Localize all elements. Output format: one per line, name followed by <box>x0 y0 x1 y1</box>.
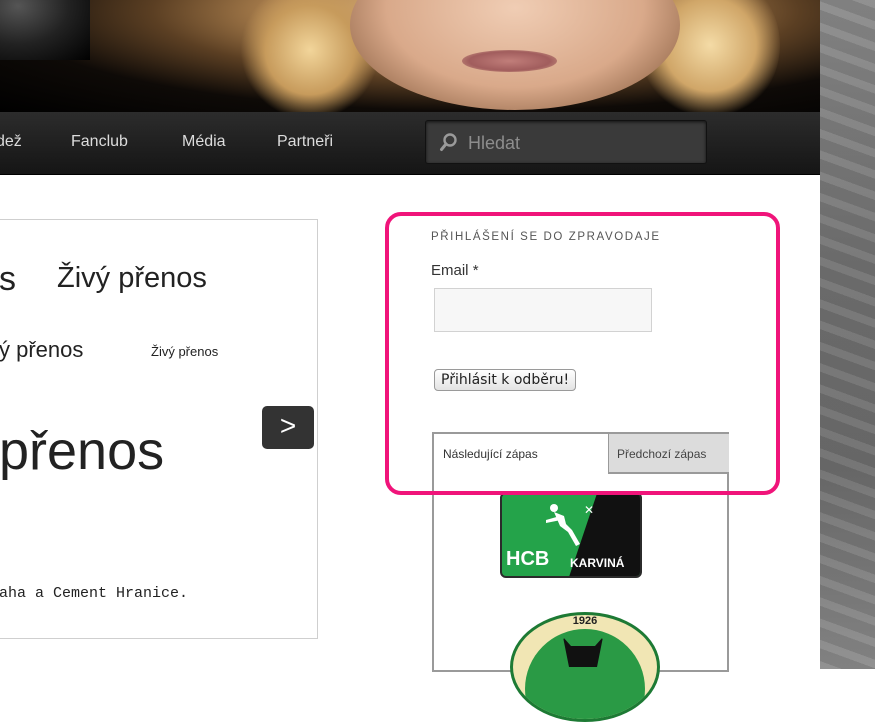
svg-text:✕: ✕ <box>584 503 594 517</box>
handball-player-icon: ✕ <box>546 503 594 546</box>
email-field[interactable] <box>434 288 652 332</box>
header-photo <box>0 0 820 112</box>
nav-item-partneri[interactable]: Partneři <box>277 133 333 151</box>
logo-inner-circle <box>525 629 645 719</box>
main-nav: dež Fanclub Média Partneři <box>0 112 820 175</box>
slider-text-1: Živý přenos <box>57 262 207 294</box>
logo-year: 1926 <box>572 615 598 627</box>
nav-item-media[interactable]: Média <box>182 133 226 151</box>
slider-next-button[interactable]: > <box>262 406 314 449</box>
hcb-text: HCB <box>506 548 550 570</box>
slider-description: aha a Cement Hranice. <box>0 585 189 602</box>
karvina-text: KARVINÁ <box>570 556 625 570</box>
slider-text-big: přenos <box>0 421 165 481</box>
cement-hranice-logo: 1926 <box>510 612 660 722</box>
slider-text-3: Živý přenos <box>151 344 219 359</box>
search-input[interactable] <box>466 130 700 156</box>
nav-item-mladez[interactable]: dež <box>0 133 22 151</box>
hcb-karvina-logo: ✕ HCB KARVINÁ <box>500 492 642 578</box>
tab-previous-match[interactable]: Předchozí zápas <box>608 434 729 474</box>
tab-next-match[interactable]: Následující zápas <box>434 434 608 474</box>
subscribe-button[interactable]: Přihlásit k odběru! <box>434 369 577 391</box>
search-icon <box>440 133 457 151</box>
nav-item-fanclub[interactable]: Fanclub <box>71 133 128 151</box>
matches-widget: Následující zápas Předchozí zápas ✕ HCB … <box>432 432 729 722</box>
photo-shoulder <box>0 0 90 60</box>
email-label-text: Email <box>431 262 469 279</box>
email-label: Email * <box>431 262 479 279</box>
required-mark: * <box>472 262 479 279</box>
photo-mouth <box>462 50 557 72</box>
background-strip <box>820 0 875 669</box>
slider-text-fragment: s <box>0 260 16 298</box>
search-box <box>425 120 707 164</box>
newsletter-title: PŘIHLÁŠENÍ SE DO ZPRAVODAJE <box>431 231 661 243</box>
slider-text-2: ý přenos <box>0 337 84 362</box>
